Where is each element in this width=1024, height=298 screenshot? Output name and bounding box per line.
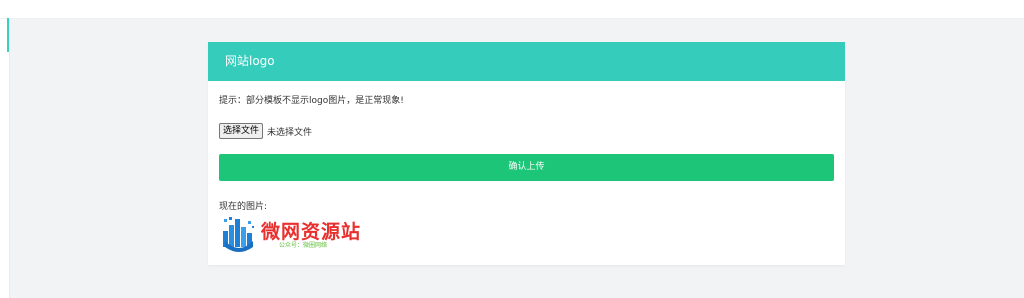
tip-text: 提示：部分模板不显示logo图片，是正常现象!	[219, 96, 404, 106]
sidebar-active-indicator	[7, 18, 9, 52]
current-logo-image: 微网资源站 公众号：微圈网络	[221, 215, 385, 253]
logo-subtext: 公众号：微圈网络	[279, 242, 328, 249]
confirm-upload-button[interactable]: 确认上传	[219, 154, 834, 181]
top-bar	[0, 0, 1024, 19]
file-status-text: 未选择文件	[267, 127, 313, 138]
logo-icon	[223, 217, 254, 252]
left-sidebar-strip	[0, 19, 10, 298]
current-image-label: 现在的图片:	[219, 202, 268, 212]
card-title: 网站logo	[208, 42, 845, 81]
file-input[interactable]: 选择文件 未选择文件	[219, 123, 312, 139]
choose-file-button[interactable]: 选择文件	[219, 123, 264, 139]
logo-upload-card: 网站logo 提示：部分模板不显示logo图片，是正常现象! 选择文件 未选择文…	[208, 42, 845, 265]
